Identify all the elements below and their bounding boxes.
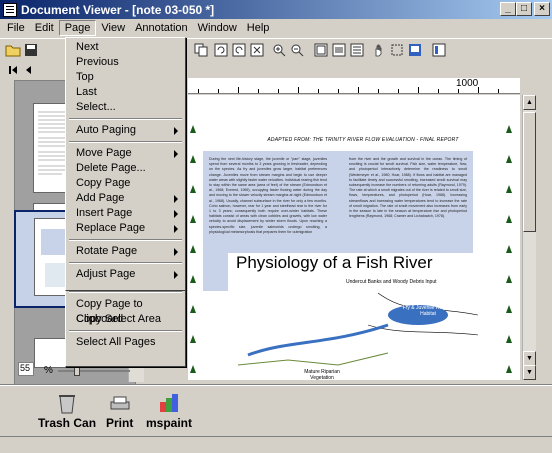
menu-item-select-all-pages[interactable]: Select All Pages: [67, 335, 184, 350]
menu-item-copy-page-to-clipboard[interactable]: Copy Page to Clipboard: [67, 297, 184, 325]
text-column-right: from the river and the growth and surviv…: [349, 157, 467, 219]
select-area-icon[interactable]: [388, 41, 406, 59]
zoom-in-icon[interactable]: [270, 41, 288, 59]
actual-size-icon[interactable]: [348, 41, 366, 59]
page-menu-dropdown-lower: Copy Page to Clipboard Copy Select Area …: [65, 291, 186, 367]
menu-item-replace-page[interactable]: Replace Page: [67, 221, 184, 236]
menu-item-previous[interactable]: Previous: [67, 55, 184, 70]
border-decoration: [506, 125, 512, 373]
document-header: ADAPTED FROM: THE TRINITY RIVER FLOW EVA…: [267, 137, 459, 143]
menu-separator: [69, 118, 182, 120]
menu-item-insert-page[interactable]: Insert Page: [67, 206, 184, 221]
previous-page-icon[interactable]: [20, 61, 38, 79]
mspaint-shortcut[interactable]: mspaint: [146, 392, 192, 430]
scroll-thumb[interactable]: [523, 112, 536, 232]
menu-item-select[interactable]: Select...: [67, 100, 184, 115]
menu-item-move-page[interactable]: Move Page: [67, 146, 184, 161]
window-title: Document Viewer - [note 03-050 *]: [21, 2, 215, 17]
menu-separator: [69, 262, 182, 264]
border-decoration: [190, 125, 196, 373]
figure-title: Physiology of a Fish River: [236, 253, 433, 272]
close-button[interactable]: ×: [534, 2, 550, 16]
document-view[interactable]: ADAPTED FROM: THE TRINITY RIVER FLOW EVA…: [188, 95, 520, 380]
scroll-up-icon[interactable]: ▲: [523, 95, 536, 110]
right-gutter: [538, 78, 552, 378]
submenu-arrow-icon: [174, 195, 178, 203]
menu-file[interactable]: File: [2, 21, 30, 35]
trash-can-shortcut[interactable]: Trash Can: [38, 392, 96, 430]
zoom-unit: %: [44, 365, 53, 376]
menu-item-rotate-page[interactable]: Rotate Page: [67, 244, 184, 259]
menu-separator: [69, 330, 182, 332]
rotate-left-icon[interactable]: [212, 41, 230, 59]
document-viewer-icon: [3, 2, 17, 17]
submenu-arrow-icon: [174, 127, 178, 135]
menu-separator: [69, 291, 182, 293]
menu-item-adjust-page[interactable]: Adjust Page: [67, 267, 184, 282]
scroll-down-icon[interactable]: ▼: [523, 351, 536, 366]
submenu-arrow-icon: [174, 271, 178, 279]
menu-item-delete-page[interactable]: Delete Page...: [67, 161, 184, 176]
title-bar: Document Viewer - [note 03-050 *] _ □ ×: [0, 0, 552, 19]
submenu-arrow-icon: [174, 248, 178, 256]
flip-icon[interactable]: [248, 41, 266, 59]
figure-label: Mature Riparian Vegetation: [304, 369, 340, 380]
menu-item-top[interactable]: Top: [67, 70, 184, 85]
submenu-arrow-icon: [174, 225, 178, 233]
submenu-arrow-icon: [174, 150, 178, 158]
print-shortcut[interactable]: Print: [106, 392, 133, 430]
menu-view[interactable]: View: [96, 21, 130, 35]
thumbnail-view-icon[interactable]: [430, 41, 448, 59]
submenu-arrow-icon: [174, 210, 178, 218]
horizontal-ruler: 1000: [188, 78, 520, 94]
paint-icon: [158, 392, 180, 414]
menu-item-add-page[interactable]: Add Page: [67, 191, 184, 206]
hand-tool-icon[interactable]: [370, 41, 388, 59]
ruler-label: 1000: [456, 78, 479, 89]
menu-item-auto-paging[interactable]: Auto Paging: [67, 123, 184, 138]
river-illustration: [237, 292, 478, 366]
trash-can-label: Trash Can: [38, 416, 97, 430]
open-folder-icon[interactable]: [4, 41, 22, 59]
printer-icon: [109, 392, 131, 414]
menu-annotation[interactable]: Annotation: [130, 21, 193, 35]
fit-width-icon[interactable]: [330, 41, 348, 59]
fit-page-icon[interactable]: [312, 41, 330, 59]
page-menu-dropdown: Next Previous Top Last Select... Auto Pa…: [65, 37, 186, 291]
menu-help[interactable]: Help: [242, 21, 275, 35]
annotation-tool-icon[interactable]: [406, 41, 424, 59]
figure-label: Fry & Juvenile Rearing Habitat: [402, 305, 454, 317]
rotate-right-icon[interactable]: [230, 41, 248, 59]
menu-item-copy-page[interactable]: Copy Page: [67, 176, 184, 191]
menu-item-copy-select-area[interactable]: Copy Select Area: [67, 312, 184, 327]
next-page-icon[interactable]: ▼: [523, 365, 536, 380]
text-column-left: During the next life-history stage, the …: [209, 157, 327, 234]
status-bar: [0, 436, 552, 453]
maximize-button[interactable]: □: [516, 2, 532, 16]
zoom-slider[interactable]: [58, 365, 130, 376]
menu-edit[interactable]: Edit: [30, 21, 59, 35]
save-icon[interactable]: [22, 41, 40, 59]
menu-bar: File Edit Page View Annotation Window He…: [0, 19, 552, 37]
mspaint-label: mspaint: [146, 416, 193, 430]
trash-can-icon: [56, 392, 78, 414]
copy-icon[interactable]: [192, 41, 210, 59]
menu-separator: [69, 239, 182, 241]
menu-item-last[interactable]: Last: [67, 85, 184, 100]
left-gutter: [0, 80, 14, 382]
menu-item-next[interactable]: Next: [67, 40, 184, 55]
zoom-input[interactable]: 55: [18, 362, 34, 376]
menu-separator: [69, 141, 182, 143]
menu-window[interactable]: Window: [193, 21, 242, 35]
document-scrollbar[interactable]: ▲ ▼ ▼: [522, 95, 536, 380]
window-divider: [0, 384, 552, 386]
river-figure: Physiology of a Fish River Undercut Bank…: [228, 253, 478, 380]
zoom-out-icon[interactable]: [288, 41, 306, 59]
menu-page[interactable]: Page: [58, 20, 97, 36]
print-label: Print: [106, 416, 134, 430]
minimize-button[interactable]: _: [500, 2, 516, 16]
